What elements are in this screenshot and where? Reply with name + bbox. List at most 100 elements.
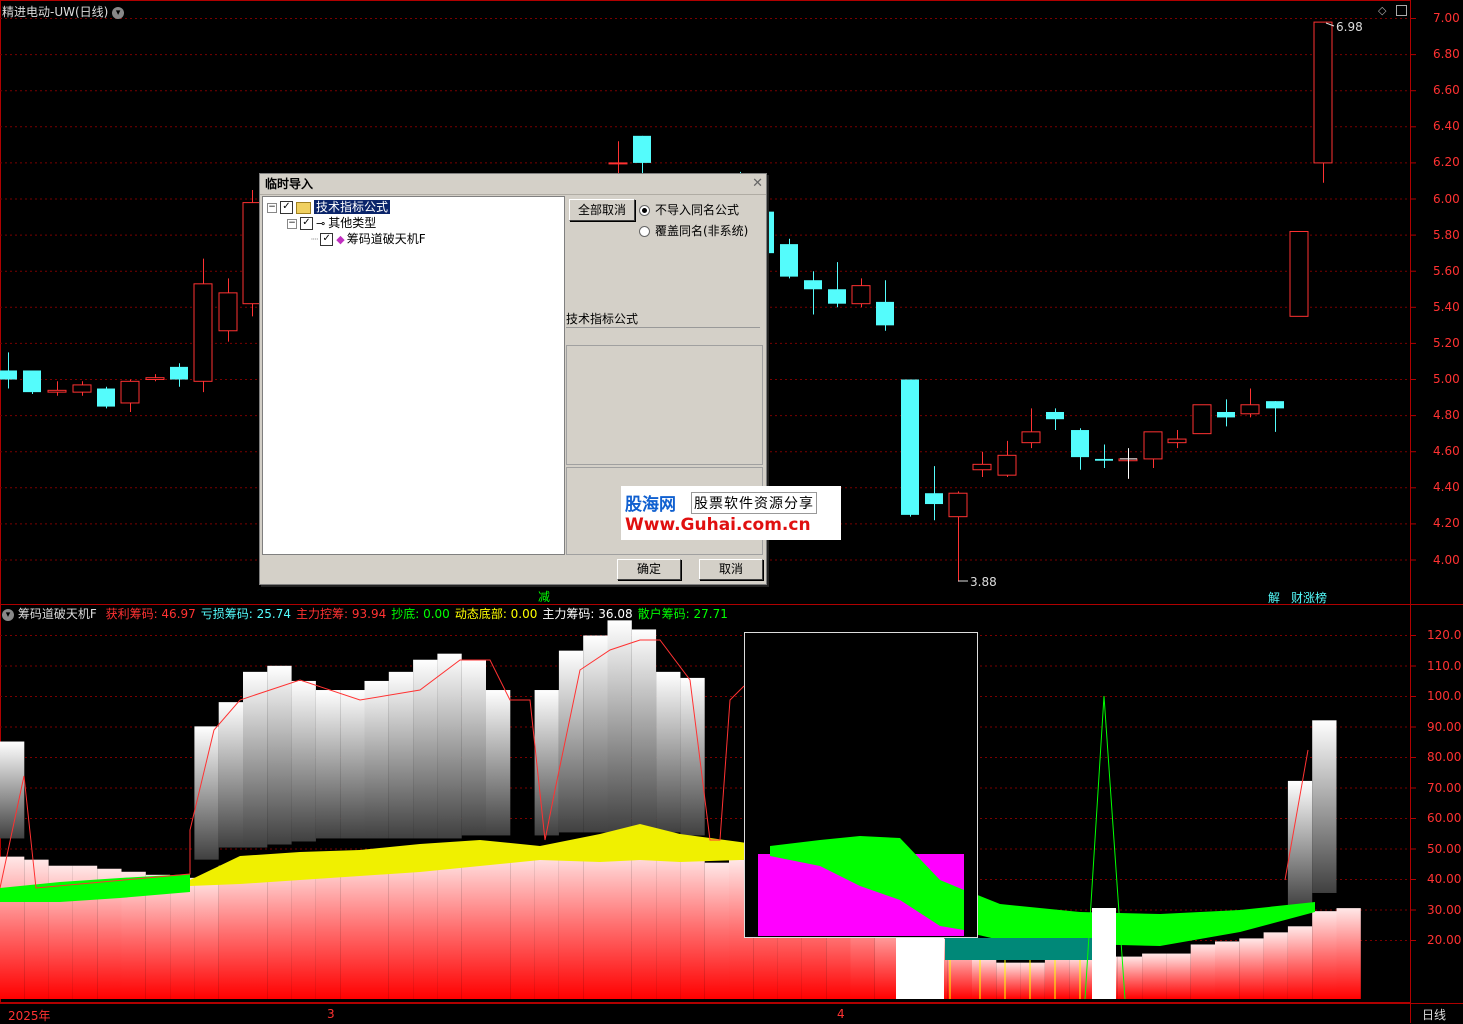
candle-body-up bbox=[120, 380, 140, 404]
candle-body-up bbox=[1167, 438, 1187, 444]
section-label: 技术指标公式 bbox=[566, 310, 760, 328]
tree-node-child-label[interactable]: 其他类型 bbox=[328, 216, 376, 230]
loss-chip-bar bbox=[315, 690, 341, 839]
loss-chip-bar bbox=[1312, 720, 1337, 893]
watermark-url: Www.Guhai.com.cn bbox=[625, 515, 811, 535]
unlock-badge: 解 bbox=[1268, 591, 1281, 605]
checkbox-child[interactable]: ✓ bbox=[300, 217, 313, 230]
profit-chip-bar bbox=[0, 856, 25, 999]
profit-chip-bar bbox=[243, 865, 268, 999]
indicator-tick: 100.0 bbox=[1427, 689, 1462, 703]
indicator-name: 筹码道破天机F bbox=[17, 607, 97, 621]
formula-tree[interactable]: − ✓ 技术指标公式 − ✓ ⊸ 其他类型 ┈ ✓ ◆ 筹码道破天机F bbox=[262, 196, 565, 555]
loss-chip-bar bbox=[631, 629, 657, 833]
price-tick: 5.20 bbox=[1433, 335, 1460, 350]
top-gainers-badge[interactable]: 财涨榜 bbox=[1291, 589, 1327, 606]
watermark-tagline: 股票软件资源分享 bbox=[691, 492, 817, 514]
price-tick: 6.00 bbox=[1433, 191, 1460, 206]
loss-chip-bar bbox=[267, 665, 292, 845]
profit-chip-bar bbox=[388, 856, 414, 999]
indicator-legend: ▾ 筹码道破天机F 获利筹码: 46.97 亏损筹码: 25.74 主力控筹: 93… bbox=[2, 605, 728, 622]
candle-body-up bbox=[145, 377, 165, 381]
profit-chip-bar bbox=[486, 853, 511, 999]
profit-chip-bar bbox=[267, 862, 292, 999]
legend-item: 散户筹码: 27.71 bbox=[637, 607, 728, 621]
profit-chip-bar bbox=[1117, 956, 1143, 999]
profit-chip-bar bbox=[680, 853, 705, 999]
candle-body-up bbox=[608, 162, 628, 165]
indicator-tick: 60.00 bbox=[1427, 811, 1462, 825]
time-label-march: 3 bbox=[327, 1007, 335, 1021]
price-tick: 6.80 bbox=[1433, 47, 1460, 62]
indicator-tick: 80.00 bbox=[1427, 750, 1462, 764]
legend-item: 抄底: 0.00 bbox=[391, 607, 450, 621]
candle-body-down bbox=[1095, 458, 1113, 461]
profit-chip-bar bbox=[1166, 953, 1191, 999]
profit-chip-bar bbox=[461, 853, 486, 999]
profit-chip-bar bbox=[1287, 926, 1313, 999]
candle-body-down bbox=[1217, 411, 1235, 418]
cancel-button[interactable]: 取消 bbox=[699, 559, 763, 580]
ok-button[interactable]: 确定 bbox=[617, 559, 681, 580]
radio-overwrite[interactable]: 覆盖同名(非系统) bbox=[639, 222, 748, 239]
price-tick: 6.60 bbox=[1433, 83, 1460, 98]
period-label[interactable]: 日线 bbox=[1422, 1006, 1446, 1023]
collapse-icon[interactable]: − bbox=[267, 202, 277, 213]
formula-icon: ◆ bbox=[336, 233, 345, 246]
radio-no-import[interactable]: 不导入同名公式 bbox=[639, 201, 739, 218]
candle-body-up bbox=[1143, 431, 1163, 460]
price-tick: 7.00 bbox=[1433, 11, 1460, 25]
indicator-tick: 30.00 bbox=[1427, 902, 1462, 917]
legend-item: 获利筹码: 46.97 bbox=[105, 607, 196, 621]
profit-chip-bar bbox=[972, 956, 997, 999]
tree-node-child[interactable]: − ✓ ⊸ 其他类型 bbox=[287, 215, 376, 231]
checkbox-leaf[interactable]: ✓ bbox=[320, 233, 334, 246]
indicator-tick: 110.0 bbox=[1427, 658, 1462, 673]
deselect-all-button[interactable]: 全部取消 bbox=[569, 199, 635, 221]
watermark-brand: 股海网 bbox=[625, 495, 676, 515]
candle-body-up bbox=[1192, 404, 1212, 435]
tree-node-leaf[interactable]: ┈ ✓ ◆ 筹码道破天机F bbox=[311, 231, 426, 247]
profit-chip-bar bbox=[1312, 911, 1337, 999]
window-toggle-icon[interactable] bbox=[1396, 5, 1407, 16]
loss-chip-bar bbox=[218, 702, 243, 848]
reduce-badge: 减 bbox=[538, 590, 551, 604]
tree-node-leaf-label[interactable]: 筹码道破天机F bbox=[347, 232, 426, 246]
profit-chip-bar bbox=[1069, 956, 1094, 999]
diamond-icon[interactable]: ◇ bbox=[1378, 4, 1386, 17]
profit-chip-bar bbox=[558, 850, 584, 999]
candle-body-up bbox=[972, 463, 992, 471]
candle-body-down bbox=[876, 301, 894, 326]
profit-chip-bar bbox=[170, 877, 195, 999]
watermark: 股海网 股票软件资源分享 Www.Guhai.com.cn bbox=[621, 486, 841, 540]
checkbox-root[interactable]: ✓ bbox=[280, 201, 293, 214]
tree-node-root[interactable]: − ✓ 技术指标公式 bbox=[267, 199, 391, 215]
candle-body-up bbox=[1240, 404, 1260, 415]
candle-body-down bbox=[925, 493, 943, 505]
profit-chip-bar bbox=[1190, 944, 1215, 999]
price-tick: 4.60 bbox=[1433, 444, 1460, 459]
price-tick: 4.20 bbox=[1433, 516, 1460, 531]
chevron-down-icon[interactable]: ▾ bbox=[112, 6, 125, 19]
loss-chip-bar bbox=[437, 653, 462, 839]
tree-node-root-label[interactable]: 技术指标公式 bbox=[314, 200, 391, 214]
key-icon: ⊸ bbox=[316, 217, 326, 230]
candle-body-down bbox=[828, 289, 846, 304]
profit-chip-bar bbox=[1215, 941, 1240, 999]
legend-item: 动态底部: 0.00 bbox=[454, 607, 538, 621]
loss-chip-bar bbox=[558, 650, 584, 833]
candle-body-up bbox=[218, 292, 238, 332]
loss-chip-bar bbox=[534, 690, 559, 836]
profit-chip-bar bbox=[218, 865, 243, 999]
profit-chip-bar bbox=[437, 856, 462, 999]
candle-body-down bbox=[170, 366, 188, 380]
dialog-title: 临时导入 bbox=[265, 177, 314, 191]
collapse-icon[interactable]: − bbox=[287, 218, 297, 229]
indicator-settings-icon[interactable]: ▾ bbox=[2, 608, 14, 621]
close-icon[interactable]: ✕ bbox=[752, 176, 763, 191]
profit-chip-bar bbox=[631, 850, 657, 999]
window-title: 精进电动-UW(日线) bbox=[2, 5, 109, 19]
candle-body-down bbox=[23, 370, 41, 393]
candle-body-up bbox=[851, 285, 871, 305]
loss-chip-bar bbox=[291, 680, 316, 842]
